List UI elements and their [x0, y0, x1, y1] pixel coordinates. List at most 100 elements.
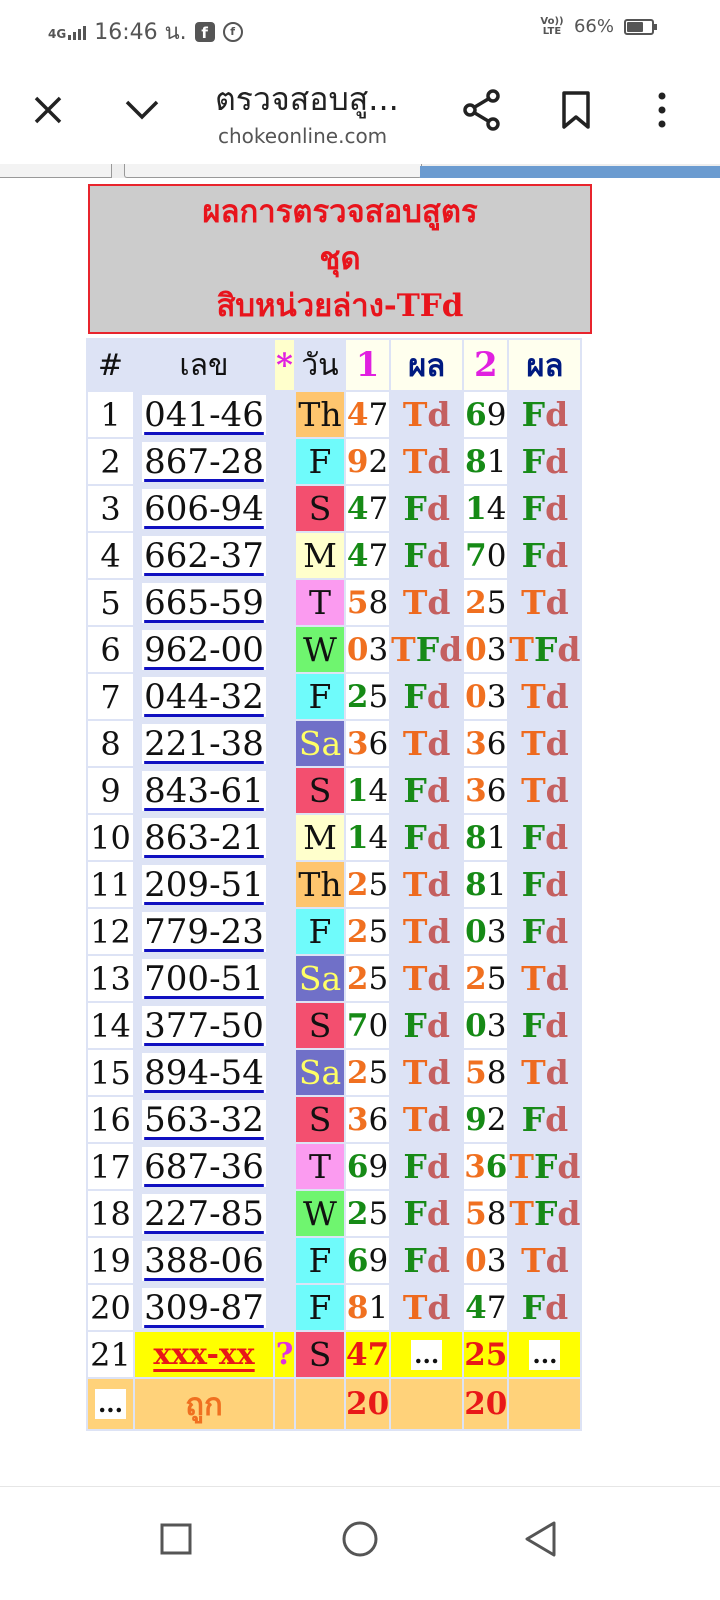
- formula-1-value: 81: [346, 1285, 390, 1330]
- lottery-number-link[interactable]: 377-50: [142, 1005, 266, 1046]
- formula-1-value: 47: [346, 486, 390, 531]
- result-letter: F: [533, 1147, 558, 1186]
- close-icon[interactable]: [22, 84, 74, 136]
- lottery-number-cell[interactable]: 962-00: [135, 627, 273, 672]
- formula-2-value: 69: [464, 392, 508, 437]
- page-url[interactable]: chokeonline.com: [218, 124, 387, 148]
- formula-2-value: 58: [464, 1191, 508, 1236]
- result-letter: F: [403, 536, 427, 575]
- share-icon[interactable]: [456, 84, 508, 136]
- page-menu-tab[interactable]: [0, 164, 112, 178]
- lottery-number-cell[interactable]: 044-32: [135, 674, 273, 719]
- lottery-number-link[interactable]: 863-21: [142, 817, 266, 858]
- more-vertical-icon[interactable]: [636, 84, 688, 136]
- lottery-number-link[interactable]: 221-38: [142, 723, 266, 764]
- row-star: [275, 1050, 294, 1095]
- result-letter: d: [426, 536, 450, 575]
- total-empty: [509, 1379, 581, 1429]
- lottery-number-link[interactable]: 867-28: [142, 441, 266, 482]
- lottery-number-link[interactable]: 843-61: [142, 770, 266, 811]
- lottery-number-cell[interactable]: 843-61: [135, 768, 273, 813]
- lottery-number-link[interactable]: 388-06: [142, 1240, 266, 1281]
- lottery-number-cell[interactable]: 687-36: [135, 1144, 273, 1189]
- formula-1-result: Fd: [391, 486, 463, 531]
- lottery-number-link[interactable]: 779-23: [142, 911, 266, 952]
- total-empty: [275, 1379, 294, 1429]
- lottery-number-cell[interactable]: 894-54: [135, 1050, 273, 1095]
- row-star: [275, 909, 294, 954]
- row-index: 10: [88, 815, 133, 860]
- result-letter: d: [545, 1053, 569, 1092]
- signal-icon: 4G: [48, 24, 87, 40]
- formula-2-result: TFd: [509, 627, 581, 672]
- prediction-number[interactable]: xxx-xx: [135, 1332, 273, 1377]
- formula-1-result: Td: [391, 862, 463, 907]
- lottery-number-link[interactable]: 962-00: [142, 629, 266, 670]
- lottery-number-link[interactable]: 227-85: [142, 1193, 266, 1234]
- result-letter: d: [545, 1100, 569, 1139]
- home-icon[interactable]: [330, 1509, 390, 1569]
- lottery-number-link[interactable]: 665-59: [142, 582, 266, 623]
- result-letter: F: [403, 771, 427, 810]
- digit: 6: [486, 725, 507, 762]
- lottery-number-link[interactable]: 606-94: [142, 488, 266, 529]
- digit: 5: [368, 913, 389, 950]
- row-index: 4: [88, 533, 133, 578]
- chevron-down-icon[interactable]: [116, 84, 168, 136]
- formula-1-value: 92: [346, 439, 390, 484]
- result-letter: d: [545, 677, 569, 716]
- recent-apps-icon[interactable]: [146, 1509, 206, 1569]
- lottery-number-link[interactable]: 041-46: [142, 394, 266, 435]
- total-empty: [296, 1379, 344, 1429]
- formula-2-value: 03: [464, 1003, 508, 1048]
- lottery-number-cell[interactable]: 700-51: [135, 956, 273, 1001]
- row-index: 19: [88, 1238, 133, 1283]
- digit: 3: [464, 1148, 486, 1185]
- back-icon[interactable]: [510, 1509, 570, 1569]
- lottery-number-cell[interactable]: 377-50: [135, 1003, 273, 1048]
- lottery-number-cell[interactable]: 221-38: [135, 721, 273, 766]
- lottery-number-link[interactable]: 687-36: [142, 1146, 266, 1187]
- digit: 0: [368, 1007, 389, 1044]
- lottery-number-cell[interactable]: 662-37: [135, 533, 273, 578]
- lottery-number-cell[interactable]: 867-28: [135, 439, 273, 484]
- digit: 9: [465, 1101, 487, 1138]
- formula-1-result: Fd: [391, 815, 463, 860]
- lottery-number-link[interactable]: 894-54: [142, 1052, 266, 1093]
- bookmark-icon[interactable]: [550, 84, 602, 136]
- page-title[interactable]: ตรวจสอบสู...: [215, 74, 399, 125]
- lottery-number-cell[interactable]: 606-94: [135, 486, 273, 531]
- formula-2-value: 03: [464, 909, 508, 954]
- lottery-number-cell[interactable]: 779-23: [135, 909, 273, 954]
- lottery-number-cell[interactable]: 563-32: [135, 1097, 273, 1142]
- lottery-number-link[interactable]: 209-51: [142, 864, 266, 905]
- lottery-number-link[interactable]: 563-32: [142, 1099, 266, 1140]
- formula-1-value: 70: [346, 1003, 390, 1048]
- row-star: [275, 674, 294, 719]
- lottery-number-cell[interactable]: 227-85: [135, 1191, 273, 1236]
- lottery-number-link[interactable]: 044-32: [142, 676, 266, 717]
- lottery-number-cell[interactable]: 863-21: [135, 815, 273, 860]
- result-header: ผลการตรวจสอบสูตร ชุด สิบหน่วยล่าง-TFd: [88, 184, 592, 334]
- lottery-number-cell[interactable]: 388-06: [135, 1238, 273, 1283]
- row-star: [275, 1144, 294, 1189]
- lottery-number-cell[interactable]: 309-87: [135, 1285, 273, 1330]
- lottery-number-cell[interactable]: 209-51: [135, 862, 273, 907]
- prediction-number-link[interactable]: xxx-xx: [153, 1337, 254, 1372]
- row-day: M: [296, 815, 344, 860]
- result-letter: d: [557, 1194, 581, 1233]
- lottery-number-link[interactable]: 309-87: [142, 1287, 266, 1328]
- lottery-number-link[interactable]: 700-51: [142, 958, 266, 999]
- result-letter: d: [545, 489, 569, 528]
- result-letter: d: [545, 583, 569, 622]
- lottery-number-cell[interactable]: 041-46: [135, 392, 273, 437]
- result-letter: F: [521, 865, 546, 904]
- result-letter: F: [403, 1194, 427, 1233]
- lottery-number-link[interactable]: 662-37: [142, 535, 266, 576]
- lottery-number-cell[interactable]: 665-59: [135, 580, 273, 625]
- row-day: Th: [296, 862, 344, 907]
- prediction-value-2: 25: [464, 1332, 508, 1377]
- result-letter: F: [403, 818, 427, 857]
- page-menu-tab[interactable]: [124, 164, 422, 178]
- digit: 4: [368, 819, 389, 856]
